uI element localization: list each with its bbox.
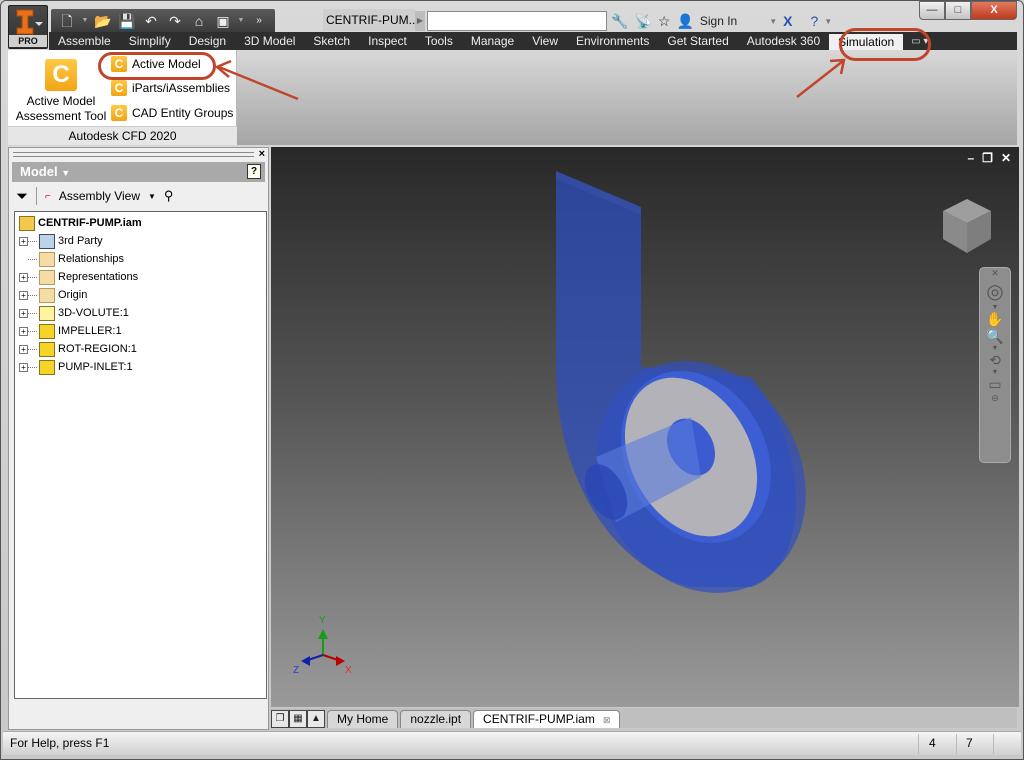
representations-icon <box>39 269 55 285</box>
third-party-icon <box>39 233 55 249</box>
chevron-down-icon[interactable]: ▼ <box>980 345 1010 352</box>
tile-windows-icon[interactable]: ▦ <box>289 710 307 728</box>
options-icon[interactable]: ⊖ <box>980 393 1010 404</box>
part-icon <box>39 341 55 357</box>
orbit-icon[interactable]: ⟲ <box>980 352 1010 369</box>
expand-icon[interactable]: + <box>19 236 28 246</box>
panel-grip[interactable] <box>13 152 254 157</box>
panel-title: Autodesk CFD 2020 <box>8 126 237 145</box>
status-value-1: 4 <box>929 736 936 750</box>
expand-icon[interactable]: + <box>19 326 28 336</box>
status-value-2: 7 <box>966 736 973 750</box>
tree-label: PUMP-INLET:1 <box>58 361 133 373</box>
tree-label: Representations <box>58 271 139 283</box>
expand-icon[interactable]: + <box>19 290 28 300</box>
chevron-down-icon: ▼ <box>61 168 71 178</box>
chevron-down-icon[interactable]: ▼ <box>980 369 1010 376</box>
tree-label: CENTRIF-PUMP.iam <box>38 217 142 229</box>
tree-connector <box>28 276 37 278</box>
view-selector[interactable]: Assembly View <box>59 189 140 203</box>
expand-icon[interactable]: + <box>19 308 28 318</box>
status-divider <box>993 734 994 754</box>
chevron-down-icon[interactable]: ▼ <box>148 192 156 201</box>
tree-connector <box>28 240 37 242</box>
look-at-icon[interactable]: ▭ <box>980 376 1010 393</box>
annotation-arrows <box>214 58 846 101</box>
tree-label: Origin <box>58 289 88 301</box>
navigation-bar: ✕ ◎ ▼ ✋ 🔍 ▼ ⟲ ▼ ▭ ⊖ <box>979 267 1011 463</box>
tree-label: ROT-REGION:1 <box>58 343 137 355</box>
open-documents-icon[interactable]: ▲ <box>307 710 325 728</box>
tree-label: 3D-VOLUTE:1 <box>58 307 129 319</box>
z-axis-label: Z <box>293 665 299 676</box>
pan-icon[interactable]: ✋ <box>980 311 1010 328</box>
tree-node[interactable]: +3D-VOLUTE:1 <box>15 304 266 322</box>
tree-label: IMPELLER:1 <box>58 325 122 337</box>
z-axis-arrow <box>301 656 310 666</box>
y-axis-label: Y <box>319 615 326 626</box>
application-window: PRO 🗋 ▼ 📂 💾 ↶ ↷ ⌂ ▣ ▼ » CENTRIF-PUM... ▶ 🔧… <box>0 0 1024 760</box>
toolbar-divider <box>36 187 38 205</box>
tree-connector <box>28 366 37 368</box>
status-message: For Help, press F1 <box>10 736 110 750</box>
folder-icon <box>39 251 55 267</box>
tree-root[interactable]: CENTRIF-PUMP.iam <box>15 214 266 232</box>
x-axis-arrow <box>336 656 345 666</box>
annotation-arrow <box>218 65 299 101</box>
expand-icon[interactable]: + <box>19 362 28 372</box>
close-icon[interactable]: ✕ <box>980 268 1010 279</box>
tree-node[interactable]: Relationships <box>15 250 266 268</box>
graphics-viewport[interactable]: – ❐ ✕ Y X Z ✕ ◎ ▼ ✋ 🔍 ▼ ⟲ ▼ ▭ ⊖ <box>271 147 1019 707</box>
help-icon[interactable]: ? <box>247 164 261 179</box>
chevron-down-icon[interactable]: ▼ <box>980 304 1010 311</box>
doc-tab-my-home[interactable]: My Home <box>327 710 399 728</box>
tree-connector <box>28 312 37 314</box>
status-bar: For Help, press F1 4 7 <box>3 731 1021 755</box>
doc-tab-centrif-pump[interactable]: CENTRIF-PUMP.iam ⊠ <box>473 710 621 728</box>
close-tab-icon[interactable]: ⊠ <box>603 715 611 725</box>
tab-label: CENTRIF-PUMP.iam <box>483 712 595 726</box>
model-browser: × Model ▼ ? ⏷ ⌐ Assembly View ▼ ⚲ CENTRI… <box>8 147 269 730</box>
assembly-icon <box>19 215 35 231</box>
browser-toolbar: ⏷ ⌐ Assembly View ▼ ⚲ <box>12 184 265 208</box>
tree-node[interactable]: + Representations <box>15 268 266 286</box>
status-divider <box>956 734 957 754</box>
expand-icon[interactable]: + <box>19 344 28 354</box>
tree-connector <box>28 348 37 350</box>
browser-header[interactable]: Model ▼ ? <box>12 162 265 182</box>
tree-connector <box>28 330 37 332</box>
browser-title: Model <box>20 164 58 179</box>
model-tree: CENTRIF-PUMP.iam +3rd Party Relationship… <box>14 211 267 699</box>
status-divider <box>918 734 919 754</box>
part-icon <box>39 359 55 375</box>
folder-icon <box>39 287 55 303</box>
find-icon[interactable]: ⚲ <box>164 188 174 204</box>
y-axis-arrow <box>318 629 328 639</box>
zoom-icon[interactable]: 🔍 <box>980 328 1010 345</box>
tree-node[interactable]: + PUMP-INLET:1 <box>15 358 266 376</box>
tree-label: Relationships <box>58 253 125 265</box>
part-pinned-icon <box>39 305 55 321</box>
tree-node[interactable]: + Origin <box>15 286 266 304</box>
tree-node[interactable]: +3rd Party <box>15 232 266 250</box>
x-axis-label: X <box>345 665 352 676</box>
tree-connector <box>28 258 37 260</box>
cascade-windows-icon[interactable]: ❐ <box>271 710 289 728</box>
steering-wheel-icon[interactable]: ◎ <box>980 279 1010 304</box>
document-tabs: ❐ ▦ ▲ My Home nozzle.ipt CENTRIF-PUMP.ia… <box>271 708 1017 728</box>
annotation-arrow <box>796 60 844 98</box>
part-icon <box>39 323 55 339</box>
close-icon[interactable]: × <box>259 148 265 160</box>
expand-icon[interactable]: + <box>19 272 28 282</box>
tree-connector <box>28 294 37 296</box>
tree-label: 3rd Party <box>58 235 103 247</box>
doc-tab-nozzle[interactable]: nozzle.ipt <box>400 710 472 728</box>
assembly-view-icon: ⌐ <box>45 190 51 202</box>
model-canvas: Y X Z <box>293 171 991 676</box>
tree-node[interactable]: + ROT-REGION:1 <box>15 340 266 358</box>
filter-icon[interactable]: ⏷ <box>16 188 28 205</box>
tree-node[interactable]: + IMPELLER:1 <box>15 322 266 340</box>
axis-triad: Y X Z <box>293 615 352 676</box>
viewcube <box>943 199 991 253</box>
